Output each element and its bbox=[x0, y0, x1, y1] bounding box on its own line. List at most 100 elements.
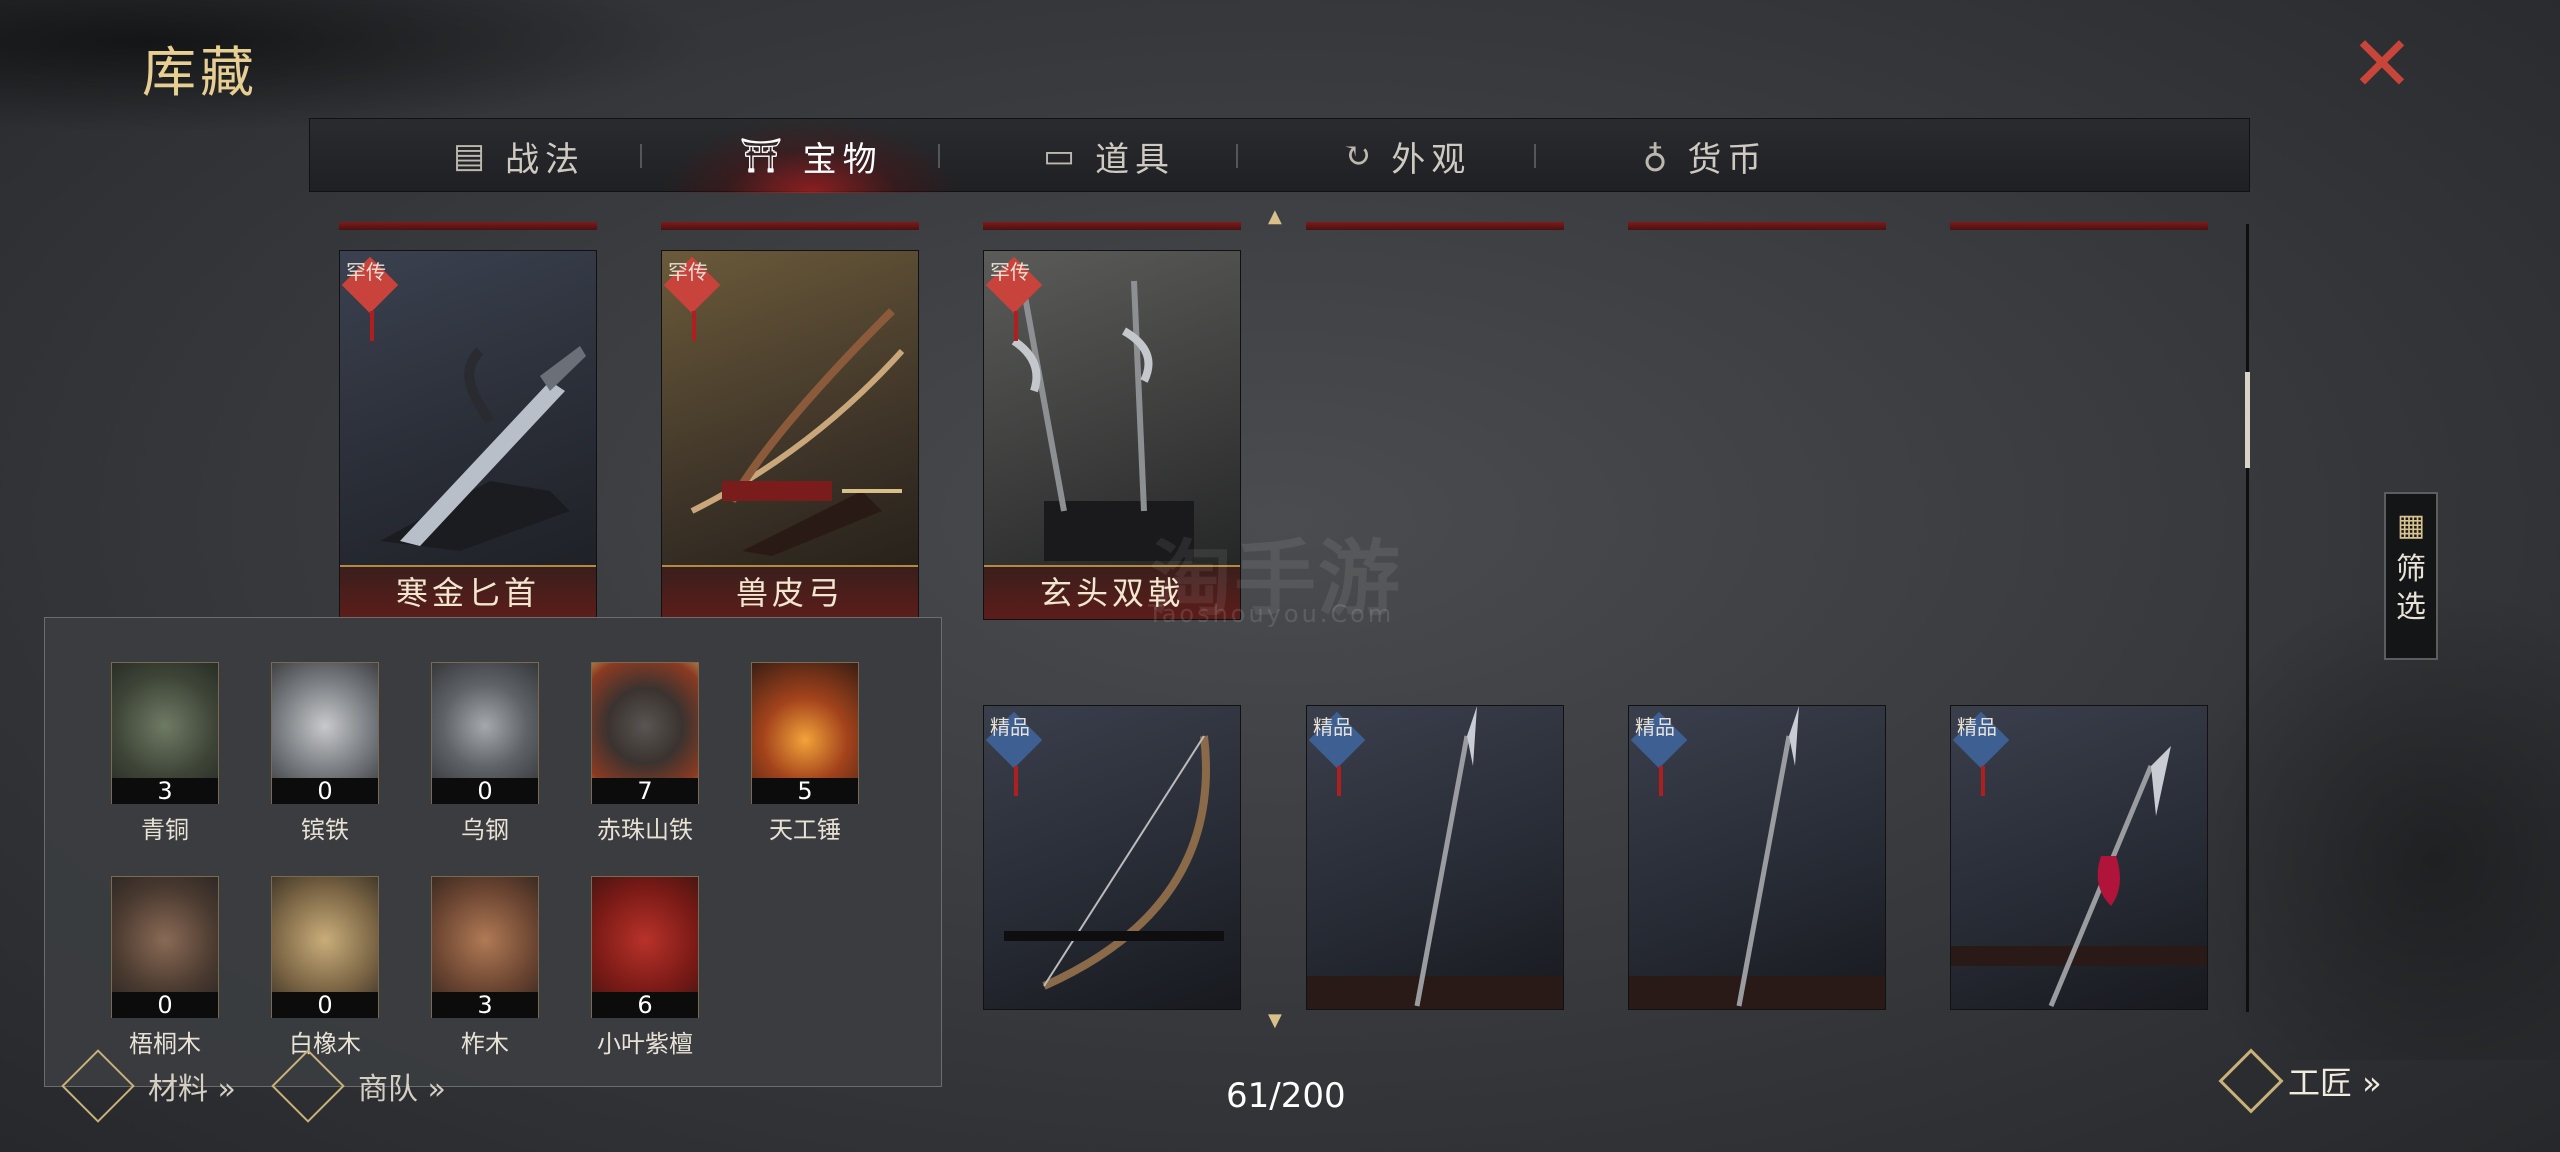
scroll-icon: ▤ bbox=[452, 136, 492, 176]
close-button[interactable]: ✕ bbox=[2346, 26, 2418, 102]
close-icon: ✕ bbox=[2350, 19, 2414, 108]
grade-badge: 精品 bbox=[985, 711, 1043, 796]
material-name: 赤珠山铁 bbox=[597, 816, 693, 844]
badge-tassel bbox=[692, 311, 696, 341]
material-name: 白橡木 bbox=[289, 1030, 361, 1058]
tab-treasure[interactable]: ⛩ 宝物 bbox=[662, 119, 960, 193]
badge-tassel bbox=[1014, 766, 1018, 796]
treasure-card[interactable]: 罕传 兽皮弓 bbox=[661, 250, 919, 620]
tab-divider bbox=[938, 144, 940, 168]
inventory-capacity: 61/200 bbox=[1226, 1076, 1346, 1116]
badge-tassel bbox=[1014, 311, 1018, 341]
material-name: 青铜 bbox=[141, 816, 189, 844]
material-item[interactable]: 0 乌钢 bbox=[431, 662, 539, 844]
filter-label: 筛选 bbox=[2396, 552, 2426, 625]
materials-icon bbox=[61, 1049, 135, 1123]
watermark-sub: Taoshouyou.Com bbox=[1148, 600, 1395, 628]
material-count: 7 bbox=[592, 778, 698, 804]
tab-label: 道具 bbox=[1095, 139, 1176, 180]
material-item[interactable]: 0 梧桐木 bbox=[111, 876, 219, 1058]
caravan-link-label: 商队 » bbox=[358, 1072, 446, 1107]
craftsman-icon bbox=[2218, 1048, 2284, 1114]
box-icon: ▭ bbox=[1042, 136, 1082, 176]
treasure-icon: ⛩ bbox=[739, 136, 789, 176]
row-divider bbox=[1950, 222, 2208, 230]
materials-link[interactable]: 材料 » bbox=[61, 1049, 236, 1123]
appearance-icon: ↻ bbox=[1342, 136, 1378, 176]
grade-badge: 罕传 bbox=[663, 256, 721, 341]
material-count: 0 bbox=[272, 778, 378, 804]
materials-link-label: 材料 » bbox=[148, 1072, 236, 1107]
treasure-card[interactable]: 精品 bbox=[983, 705, 1241, 1010]
material-name: 天工锤 bbox=[769, 816, 841, 844]
scrollbar-thumb[interactable] bbox=[2245, 372, 2250, 468]
material-count: 3 bbox=[112, 778, 218, 804]
craftsman-link[interactable]: 工匠 » bbox=[2218, 1048, 2382, 1114]
grade-text: 罕传 bbox=[346, 260, 386, 284]
grade-text: 精品 bbox=[1957, 715, 1997, 739]
tab-tactics[interactable]: ▤ 战法 bbox=[370, 119, 668, 193]
material-name: 乌钢 bbox=[461, 816, 509, 844]
tab-bar: ▤ 战法 ⛩ 宝物 ▭ 道具 ↻ 外观 ♁ 货币 bbox=[309, 118, 2250, 193]
material-item[interactable]: 3 青铜 bbox=[111, 662, 219, 844]
tab-label: 外观 bbox=[1391, 139, 1472, 180]
material-name: 柞木 bbox=[461, 1030, 509, 1058]
caravan-link[interactable]: 商队 » bbox=[271, 1049, 446, 1123]
row-divider bbox=[339, 222, 597, 230]
grade-text: 精品 bbox=[1635, 715, 1675, 739]
grade-text: 精品 bbox=[1313, 715, 1353, 739]
row-divider bbox=[1628, 222, 1886, 230]
grade-text: 精品 bbox=[990, 715, 1030, 739]
material-item[interactable]: 7 赤珠山铁 bbox=[591, 662, 699, 844]
tab-divider bbox=[1534, 144, 1536, 168]
grade-text: 罕传 bbox=[990, 260, 1030, 284]
material-item[interactable]: 0 镔铁 bbox=[271, 662, 379, 844]
treasure-card[interactable]: 精品 bbox=[1950, 705, 2208, 1010]
row-divider bbox=[1306, 222, 1564, 230]
grade-badge: 精品 bbox=[1952, 711, 2010, 796]
tab-divider bbox=[1236, 144, 1238, 168]
row-divider bbox=[661, 222, 919, 230]
caravan-icon bbox=[271, 1049, 345, 1123]
material-item[interactable]: 6 小叶紫檀 bbox=[591, 876, 699, 1058]
tab-currency[interactable]: ♁ 货币 bbox=[1556, 119, 1854, 193]
scrollbar-track[interactable] bbox=[2246, 224, 2249, 1012]
material-count: 0 bbox=[432, 778, 538, 804]
badge-tassel bbox=[1337, 766, 1341, 796]
tab-divider bbox=[640, 144, 642, 168]
grade-badge: 罕传 bbox=[341, 256, 399, 341]
row-divider bbox=[983, 222, 1241, 230]
material-count: 0 bbox=[272, 992, 378, 1018]
treasure-card[interactable]: 精品 bbox=[1628, 705, 1886, 1010]
grade-badge: 精品 bbox=[1630, 711, 1688, 796]
material-item[interactable]: 3 柞木 bbox=[431, 876, 539, 1058]
tab-items[interactable]: ▭ 道具 bbox=[960, 119, 1258, 193]
grid-icon: ▦ bbox=[2396, 508, 2426, 543]
treasure-card[interactable]: 精品 bbox=[1306, 705, 1564, 1010]
material-count: 3 bbox=[432, 992, 538, 1018]
treasure-name: 寒金匕首 bbox=[340, 565, 596, 619]
filter-button[interactable]: ▦ 筛选 bbox=[2384, 492, 2438, 660]
material-item[interactable]: 0 白橡木 bbox=[271, 876, 379, 1058]
badge-tassel bbox=[1981, 766, 1985, 796]
materials-panel: 3 青铜 0 镔铁 0 乌钢 7 赤珠山铁 5 天工锤 0 梧桐木 0 白橡木 … bbox=[44, 617, 942, 1087]
scroll-down-arrow[interactable]: ▼ bbox=[1268, 1010, 1282, 1031]
badge-tassel bbox=[1659, 766, 1663, 796]
grade-badge: 精品 bbox=[1308, 711, 1366, 796]
treasure-card[interactable]: 罕传 寒金匕首 bbox=[339, 250, 597, 620]
coin-bag-icon: ♁ bbox=[1642, 136, 1674, 176]
page-title: 库藏 bbox=[142, 41, 258, 104]
grade-badge: 罕传 bbox=[985, 256, 1043, 341]
craftsman-link-label: 工匠 » bbox=[2288, 1064, 2382, 1102]
badge-tassel bbox=[370, 311, 374, 341]
material-name: 镔铁 bbox=[301, 816, 349, 844]
material-name: 梧桐木 bbox=[129, 1030, 201, 1058]
treasure-name: 兽皮弓 bbox=[662, 565, 918, 619]
tab-appearance[interactable]: ↻ 外观 bbox=[1258, 119, 1556, 193]
scroll-up-arrow[interactable]: ▲ bbox=[1268, 206, 1282, 227]
grade-text: 罕传 bbox=[668, 260, 708, 284]
material-count: 6 bbox=[592, 992, 698, 1018]
tab-label: 宝物 bbox=[802, 139, 883, 180]
material-item[interactable]: 5 天工锤 bbox=[751, 662, 859, 844]
material-name: 小叶紫檀 bbox=[597, 1030, 693, 1058]
